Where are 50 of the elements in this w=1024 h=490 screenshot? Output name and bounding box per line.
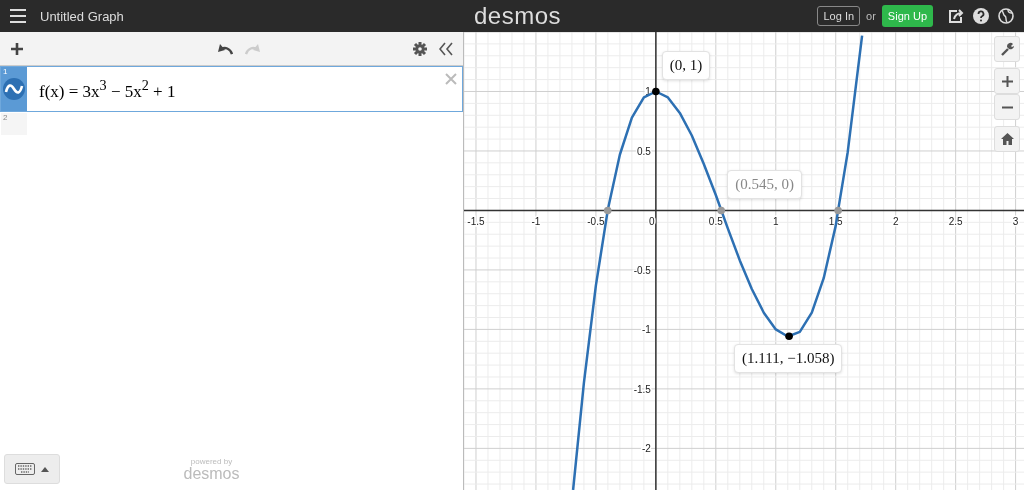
- globe-icon[interactable]: [998, 8, 1014, 24]
- add-icon[interactable]: [10, 41, 24, 56]
- expression-text[interactable]: f(x) = 3x$^{3}$ − 5x$^{2}$ + 1: [27, 76, 445, 102]
- y-tick-label: -1.5: [633, 383, 651, 395]
- expression-row[interactable]: 1 f(x) = 3x$^{3}$ − 5x$^{2}$ + 1: [0, 66, 463, 112]
- x-tick-label: -1.5: [467, 216, 485, 228]
- caret-icon: [41, 466, 49, 472]
- minus-icon: [1001, 105, 1013, 109]
- point-marker[interactable]: [785, 332, 793, 341]
- point-label: (1.111, −1.058): [734, 344, 843, 374]
- plus-icon: [1001, 75, 1013, 87]
- wrench-icon: [1000, 42, 1014, 56]
- row-number: 1: [3, 67, 8, 76]
- function-curve[interactable]: [571, 35, 864, 490]
- expression-row[interactable]: 2: [0, 112, 463, 136]
- settings-icon[interactable]: [413, 41, 427, 56]
- login-button[interactable]: Log In: [817, 6, 861, 26]
- home-icon: [1000, 133, 1014, 145]
- share-icon[interactable]: [948, 8, 964, 24]
- logo: desmos: [474, 2, 562, 30]
- undo-icon[interactable]: [216, 42, 233, 55]
- point-label: (0.545, 0): [727, 170, 802, 200]
- help-icon[interactable]: [973, 8, 989, 24]
- menu-icon[interactable]: [10, 9, 26, 23]
- graph-title[interactable]: Untitled Graph: [40, 8, 124, 24]
- or-label: or: [866, 10, 876, 22]
- x-tick-label: 2.5: [948, 216, 963, 228]
- y-tick-label: -0.5: [633, 264, 651, 276]
- x-tick-label: 1: [773, 216, 779, 228]
- x-tick-label: -1: [531, 216, 541, 228]
- x-tick-label: 0.5: [708, 216, 723, 228]
- settings-wrench-button[interactable]: [994, 36, 1020, 62]
- powered-by-label: powered by: [190, 457, 233, 466]
- y-tick-label: -1: [641, 324, 651, 336]
- collapse-icon[interactable]: [439, 41, 453, 56]
- row-number: 2: [3, 113, 8, 122]
- zoom-in-button[interactable]: [994, 68, 1020, 94]
- y-tick-label: -2: [641, 443, 651, 455]
- x-tick-label: 3: [1012, 216, 1019, 228]
- x-tick-label: 2: [892, 216, 899, 228]
- x-tick-label: -0.5: [587, 216, 605, 228]
- wave-icon[interactable]: [3, 78, 25, 100]
- home-button[interactable]: [994, 126, 1020, 152]
- y-tick-label: 0.5: [636, 145, 651, 157]
- keyboard-icon: [15, 463, 35, 475]
- point-marker[interactable]: [717, 206, 725, 215]
- point-label: (0, 1): [661, 51, 711, 81]
- point-marker[interactable]: [652, 87, 660, 96]
- x-tick-label: 0: [649, 216, 655, 228]
- keyboard-button[interactable]: [4, 454, 60, 484]
